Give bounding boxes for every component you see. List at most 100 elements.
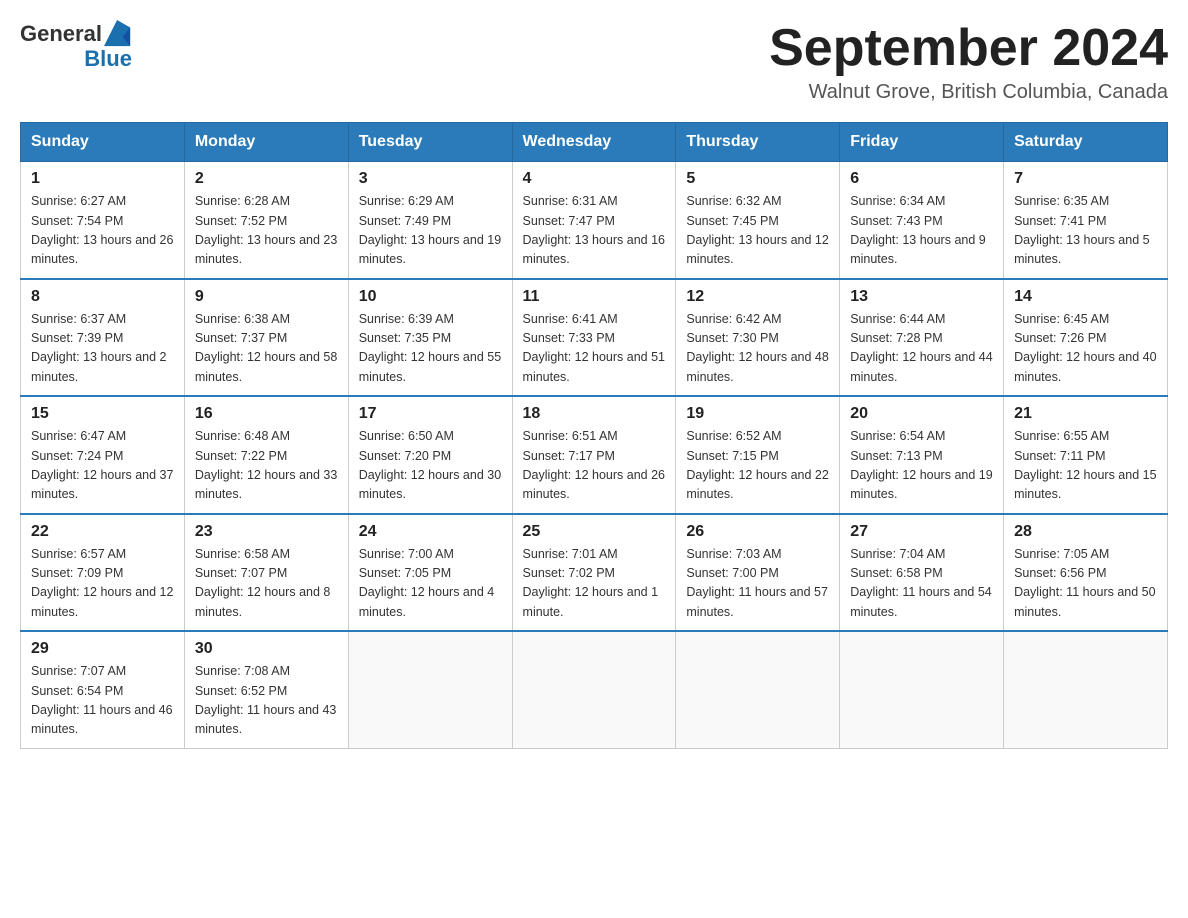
- day-info: Sunrise: 6:48 AM Sunset: 7:22 PM Dayligh…: [195, 427, 338, 505]
- logo-text-general: General: [20, 23, 102, 45]
- day-number: 2: [195, 170, 338, 188]
- header-friday: Friday: [840, 123, 1004, 162]
- day-info: Sunrise: 7:04 AM Sunset: 6:58 PM Dayligh…: [850, 545, 993, 623]
- calendar-cell-week2-day0: 8 Sunrise: 6:37 AM Sunset: 7:39 PM Dayli…: [21, 279, 185, 397]
- calendar-cell-week5-day5: [840, 631, 1004, 748]
- day-number: 24: [359, 523, 502, 541]
- calendar-cell-week4-day6: 28 Sunrise: 7:05 AM Sunset: 6:56 PM Dayl…: [1004, 514, 1168, 632]
- day-number: 7: [1014, 170, 1157, 188]
- day-number: 13: [850, 288, 993, 306]
- calendar-cell-week4-day1: 23 Sunrise: 6:58 AM Sunset: 7:07 PM Dayl…: [184, 514, 348, 632]
- day-info: Sunrise: 6:34 AM Sunset: 7:43 PM Dayligh…: [850, 192, 993, 270]
- day-number: 20: [850, 405, 993, 423]
- calendar-cell-week2-day1: 9 Sunrise: 6:38 AM Sunset: 7:37 PM Dayli…: [184, 279, 348, 397]
- calendar-cell-week1-day3: 4 Sunrise: 6:31 AM Sunset: 7:47 PM Dayli…: [512, 162, 676, 279]
- day-info: Sunrise: 6:27 AM Sunset: 7:54 PM Dayligh…: [31, 192, 174, 270]
- day-number: 22: [31, 523, 174, 541]
- day-info: Sunrise: 6:38 AM Sunset: 7:37 PM Dayligh…: [195, 310, 338, 388]
- calendar-cell-week1-day5: 6 Sunrise: 6:34 AM Sunset: 7:43 PM Dayli…: [840, 162, 1004, 279]
- day-number: 17: [359, 405, 502, 423]
- day-info: Sunrise: 6:58 AM Sunset: 7:07 PM Dayligh…: [195, 545, 338, 623]
- calendar-cell-week3-day6: 21 Sunrise: 6:55 AM Sunset: 7:11 PM Dayl…: [1004, 396, 1168, 514]
- header-saturday: Saturday: [1004, 123, 1168, 162]
- logo: General Blue: [20, 20, 132, 70]
- day-number: 5: [686, 170, 829, 188]
- day-info: Sunrise: 6:47 AM Sunset: 7:24 PM Dayligh…: [31, 427, 174, 505]
- header-wednesday: Wednesday: [512, 123, 676, 162]
- day-info: Sunrise: 7:05 AM Sunset: 6:56 PM Dayligh…: [1014, 545, 1157, 623]
- day-info: Sunrise: 6:57 AM Sunset: 7:09 PM Dayligh…: [31, 545, 174, 623]
- logo-icon: [104, 20, 132, 48]
- calendar-cell-week3-day4: 19 Sunrise: 6:52 AM Sunset: 7:15 PM Dayl…: [676, 396, 840, 514]
- day-number: 18: [523, 405, 666, 423]
- calendar-cell-week1-day1: 2 Sunrise: 6:28 AM Sunset: 7:52 PM Dayli…: [184, 162, 348, 279]
- day-number: 3: [359, 170, 502, 188]
- calendar-cell-week1-day0: 1 Sunrise: 6:27 AM Sunset: 7:54 PM Dayli…: [21, 162, 185, 279]
- calendar-cell-week4-day5: 27 Sunrise: 7:04 AM Sunset: 6:58 PM Dayl…: [840, 514, 1004, 632]
- calendar-week-4: 22 Sunrise: 6:57 AM Sunset: 7:09 PM Dayl…: [21, 514, 1168, 632]
- calendar-cell-week5-day0: 29 Sunrise: 7:07 AM Sunset: 6:54 PM Dayl…: [21, 631, 185, 748]
- logo-text-blue: Blue: [84, 48, 132, 70]
- header-monday: Monday: [184, 123, 348, 162]
- day-number: 27: [850, 523, 993, 541]
- day-info: Sunrise: 6:52 AM Sunset: 7:15 PM Dayligh…: [686, 427, 829, 505]
- calendar-cell-week1-day6: 7 Sunrise: 6:35 AM Sunset: 7:41 PM Dayli…: [1004, 162, 1168, 279]
- day-number: 28: [1014, 523, 1157, 541]
- calendar-week-1: 1 Sunrise: 6:27 AM Sunset: 7:54 PM Dayli…: [21, 162, 1168, 279]
- day-number: 8: [31, 288, 174, 306]
- day-info: Sunrise: 6:37 AM Sunset: 7:39 PM Dayligh…: [31, 310, 174, 388]
- calendar-cell-week3-day0: 15 Sunrise: 6:47 AM Sunset: 7:24 PM Dayl…: [21, 396, 185, 514]
- day-info: Sunrise: 6:44 AM Sunset: 7:28 PM Dayligh…: [850, 310, 993, 388]
- calendar-cell-week5-day4: [676, 631, 840, 748]
- day-number: 21: [1014, 405, 1157, 423]
- calendar-cell-week4-day3: 25 Sunrise: 7:01 AM Sunset: 7:02 PM Dayl…: [512, 514, 676, 632]
- day-number: 23: [195, 523, 338, 541]
- calendar-cell-week5-day1: 30 Sunrise: 7:08 AM Sunset: 6:52 PM Dayl…: [184, 631, 348, 748]
- day-number: 1: [31, 170, 174, 188]
- calendar-table: SundayMondayTuesdayWednesdayThursdayFrid…: [20, 122, 1168, 749]
- calendar-cell-week2-day3: 11 Sunrise: 6:41 AM Sunset: 7:33 PM Dayl…: [512, 279, 676, 397]
- day-info: Sunrise: 7:00 AM Sunset: 7:05 PM Dayligh…: [359, 545, 502, 623]
- calendar-cell-week2-day5: 13 Sunrise: 6:44 AM Sunset: 7:28 PM Dayl…: [840, 279, 1004, 397]
- calendar-cell-week5-day3: [512, 631, 676, 748]
- header-sunday: Sunday: [21, 123, 185, 162]
- calendar-cell-week4-day4: 26 Sunrise: 7:03 AM Sunset: 7:00 PM Dayl…: [676, 514, 840, 632]
- calendar-cell-week3-day1: 16 Sunrise: 6:48 AM Sunset: 7:22 PM Dayl…: [184, 396, 348, 514]
- calendar-week-3: 15 Sunrise: 6:47 AM Sunset: 7:24 PM Dayl…: [21, 396, 1168, 514]
- location: Walnut Grove, British Columbia, Canada: [769, 81, 1168, 104]
- day-info: Sunrise: 6:39 AM Sunset: 7:35 PM Dayligh…: [359, 310, 502, 388]
- day-number: 12: [686, 288, 829, 306]
- day-info: Sunrise: 6:55 AM Sunset: 7:11 PM Dayligh…: [1014, 427, 1157, 505]
- day-info: Sunrise: 6:35 AM Sunset: 7:41 PM Dayligh…: [1014, 192, 1157, 270]
- calendar-cell-week4-day0: 22 Sunrise: 6:57 AM Sunset: 7:09 PM Dayl…: [21, 514, 185, 632]
- day-number: 6: [850, 170, 993, 188]
- calendar-week-2: 8 Sunrise: 6:37 AM Sunset: 7:39 PM Dayli…: [21, 279, 1168, 397]
- day-info: Sunrise: 6:31 AM Sunset: 7:47 PM Dayligh…: [523, 192, 666, 270]
- calendar-cell-week3-day5: 20 Sunrise: 6:54 AM Sunset: 7:13 PM Dayl…: [840, 396, 1004, 514]
- day-number: 16: [195, 405, 338, 423]
- calendar-cell-week2-day6: 14 Sunrise: 6:45 AM Sunset: 7:26 PM Dayl…: [1004, 279, 1168, 397]
- day-number: 29: [31, 640, 174, 658]
- day-number: 10: [359, 288, 502, 306]
- day-info: Sunrise: 6:51 AM Sunset: 7:17 PM Dayligh…: [523, 427, 666, 505]
- day-number: 15: [31, 405, 174, 423]
- calendar-week-5: 29 Sunrise: 7:07 AM Sunset: 6:54 PM Dayl…: [21, 631, 1168, 748]
- day-number: 14: [1014, 288, 1157, 306]
- day-number: 25: [523, 523, 666, 541]
- day-info: Sunrise: 6:45 AM Sunset: 7:26 PM Dayligh…: [1014, 310, 1157, 388]
- header-thursday: Thursday: [676, 123, 840, 162]
- calendar-cell-week4-day2: 24 Sunrise: 7:00 AM Sunset: 7:05 PM Dayl…: [348, 514, 512, 632]
- day-info: Sunrise: 6:32 AM Sunset: 7:45 PM Dayligh…: [686, 192, 829, 270]
- calendar-cell-week3-day2: 17 Sunrise: 6:50 AM Sunset: 7:20 PM Dayl…: [348, 396, 512, 514]
- calendar-cell-week2-day4: 12 Sunrise: 6:42 AM Sunset: 7:30 PM Dayl…: [676, 279, 840, 397]
- day-info: Sunrise: 6:42 AM Sunset: 7:30 PM Dayligh…: [686, 310, 829, 388]
- calendar-cell-week5-day2: [348, 631, 512, 748]
- calendar-cell-week3-day3: 18 Sunrise: 6:51 AM Sunset: 7:17 PM Dayl…: [512, 396, 676, 514]
- day-number: 19: [686, 405, 829, 423]
- day-number: 4: [523, 170, 666, 188]
- day-number: 26: [686, 523, 829, 541]
- calendar-cell-week2-day2: 10 Sunrise: 6:39 AM Sunset: 7:35 PM Dayl…: [348, 279, 512, 397]
- day-info: Sunrise: 7:03 AM Sunset: 7:00 PM Dayligh…: [686, 545, 829, 623]
- calendar-cell-week5-day6: [1004, 631, 1168, 748]
- day-info: Sunrise: 6:50 AM Sunset: 7:20 PM Dayligh…: [359, 427, 502, 505]
